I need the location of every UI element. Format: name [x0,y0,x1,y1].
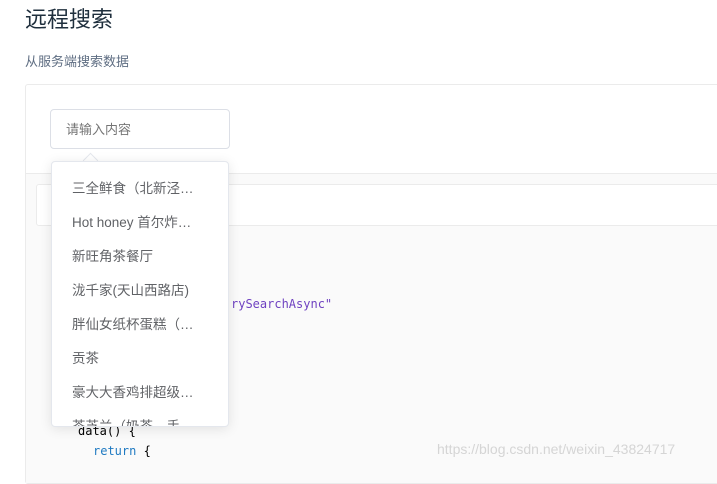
brace: { [136,444,151,458]
suggestion-item[interactable]: 泷千家(天山西路店) [52,274,228,308]
search-input[interactable] [50,109,230,149]
suggestion-item[interactable]: 茶芝兰（奶茶，手… [52,410,228,426]
suggestion-item[interactable]: 三全鲜食（北新泾… [52,172,228,206]
code-line-fetch: rySearchAsync" [231,297,333,311]
page-title: 远程搜索 [25,7,114,32]
suggestion-item[interactable]: Hot honey 首尔炸… [52,206,228,240]
return-keyword: return [93,444,137,458]
watermark: https://blog.csdn.net/weixin_43824717 [437,441,676,457]
code-line-return: return { [93,444,151,458]
suggestion-item[interactable]: 新旺角茶餐厅 [52,240,228,274]
suggestion-item[interactable]: 胖仙女纸杯蛋糕（… [52,308,228,342]
page-subtitle: 从服务端搜索数据 [25,54,130,69]
suggestion-dropdown[interactable]: 三全鲜食（北新泾… Hot honey 首尔炸… 新旺角茶餐厅 泷千家(天山西路店) 胖… [51,161,229,427]
suggestion-item[interactable]: 豪大大香鸡排超级… [52,376,228,410]
suggestion-item[interactable]: 贡茶 [52,342,228,376]
